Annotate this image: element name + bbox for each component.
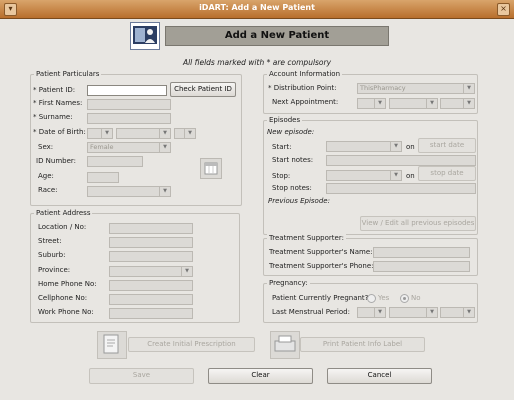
clear-button[interactable]: Clear <box>208 368 313 384</box>
stop-date-button[interactable]: stop date <box>418 166 476 181</box>
cellphone-label: Cellphone No: <box>38 294 88 302</box>
distribution-point-select[interactable]: ThisPharmacy ▼ <box>357 83 475 94</box>
work-phone-input[interactable] <box>109 308 193 319</box>
next-appointment-year-select[interactable]: ▼ <box>440 98 475 109</box>
cancel-button[interactable]: Cancel <box>327 368 432 384</box>
sex-value: Female <box>90 143 114 151</box>
suburb-label: Suburb: <box>38 251 66 259</box>
province-select[interactable]: ▼ <box>109 266 193 277</box>
sex-select[interactable]: Female ▼ <box>87 142 171 153</box>
dob-day-select[interactable]: ▼ <box>87 128 113 139</box>
race-label: Race: <box>38 186 58 194</box>
suburb-input[interactable] <box>109 251 193 262</box>
episode-start-label: Start: <box>272 143 292 151</box>
dob-month-select[interactable]: ▼ <box>116 128 171 139</box>
episode-start-select[interactable]: ▼ <box>326 141 402 152</box>
start-notes-input[interactable] <box>326 155 476 166</box>
view-edit-episodes-button[interactable]: View / Edit all previous episodes <box>360 216 476 231</box>
supporter-name-label: Treatment Supporter's Name: <box>269 248 373 256</box>
compulsory-note: All fields marked with * are compulsory <box>182 58 332 67</box>
group-title: Pregnancy: <box>267 279 310 287</box>
patient-id-input[interactable] <box>87 85 167 96</box>
title-bar: ▾ iDART: Add a New Patient × <box>0 0 514 19</box>
location-label: Location / No: <box>38 223 87 231</box>
print-label-icon[interactable] <box>270 331 300 359</box>
lmp-year-select[interactable]: ▼ <box>440 307 475 318</box>
start-on-label: on <box>406 143 415 151</box>
street-label: Street: <box>38 237 62 245</box>
group-title: Treatment Supporter: <box>267 234 346 242</box>
first-names-input[interactable] <box>87 99 171 110</box>
calendar-icon[interactable] <box>200 158 222 179</box>
age-input[interactable] <box>87 172 119 183</box>
lmp-day-select[interactable]: ▼ <box>357 307 386 318</box>
group-title: Patient Particulars <box>34 70 102 78</box>
supporter-phone-label: Treatment Supporter's Phone: <box>269 262 374 270</box>
id-number-label: ID Number: <box>36 157 77 165</box>
stop-notes-label: Stop notes: <box>272 184 312 192</box>
cellphone-input[interactable] <box>109 294 193 305</box>
next-appointment-month-select[interactable]: ▼ <box>389 98 438 109</box>
stop-notes-input[interactable] <box>326 183 476 194</box>
window-title: iDART: Add a New Patient <box>199 3 315 12</box>
group-title: Patient Address <box>34 209 93 217</box>
pregnant-no-radio[interactable] <box>400 294 409 303</box>
episode-stop-label: Stop: <box>272 172 291 180</box>
episode-stop-select[interactable]: ▼ <box>326 170 402 181</box>
previous-episode-label: Previous Episode: <box>268 197 330 205</box>
pregnant-question-label: Patient Currently Pregnant? <box>272 294 369 302</box>
prescription-icon[interactable] <box>97 331 127 359</box>
close-icon[interactable]: × <box>497 3 510 16</box>
supporter-phone-input[interactable] <box>373 261 470 272</box>
yes-label: Yes <box>378 294 390 302</box>
home-phone-label: Home Phone No: <box>38 280 97 288</box>
supporter-name-input[interactable] <box>373 247 470 258</box>
start-date-button[interactable]: start date <box>418 138 476 153</box>
lmp-month-select[interactable]: ▼ <box>389 307 438 318</box>
surname-input[interactable] <box>87 113 171 124</box>
start-notes-label: Start notes: <box>272 156 314 164</box>
age-label: Age: <box>38 172 54 180</box>
next-appointment-label: Next Appointment: <box>272 98 339 106</box>
no-label: No <box>411 294 421 302</box>
group-title: Account Information <box>267 70 343 78</box>
first-names-label: * First Names: <box>33 99 83 107</box>
print-patient-info-label-button[interactable]: Print Patient Info Label <box>300 337 425 352</box>
province-label: Province: <box>38 266 71 274</box>
work-phone-label: Work Phone No: <box>38 308 94 316</box>
distribution-point-label: * Distribution Point: <box>268 84 337 92</box>
group-title: Episodes <box>267 116 303 124</box>
lmp-label: Last Menstrual Period: <box>272 308 350 316</box>
distribution-point-value: ThisPharmacy <box>360 84 406 92</box>
next-appointment-day-select[interactable]: ▼ <box>357 98 386 109</box>
patient-card-icon <box>130 22 160 50</box>
check-patient-id-button[interactable]: Check Patient ID <box>170 82 236 97</box>
sex-label: Sex: <box>38 143 54 151</box>
create-initial-prescription-button[interactable]: Create Initial Prescription <box>128 337 255 352</box>
page-title: Add a New Patient <box>165 26 389 46</box>
race-select[interactable]: ▼ <box>87 186 171 197</box>
date-of-birth-label: * Date of Birth: <box>33 128 86 136</box>
pregnant-yes-radio[interactable] <box>367 294 376 303</box>
location-input[interactable] <box>109 223 193 234</box>
stop-on-label: on <box>406 172 415 180</box>
patient-id-label: * Patient ID: <box>33 86 76 94</box>
id-number-input[interactable] <box>87 156 143 167</box>
home-phone-input[interactable] <box>109 280 193 291</box>
dob-year-select[interactable]: ▼ <box>174 128 196 139</box>
surname-label: * Surname: <box>33 113 73 121</box>
street-input[interactable] <box>109 237 193 248</box>
new-episode-label: New episode: <box>267 128 315 136</box>
save-button[interactable]: Save <box>89 368 194 384</box>
